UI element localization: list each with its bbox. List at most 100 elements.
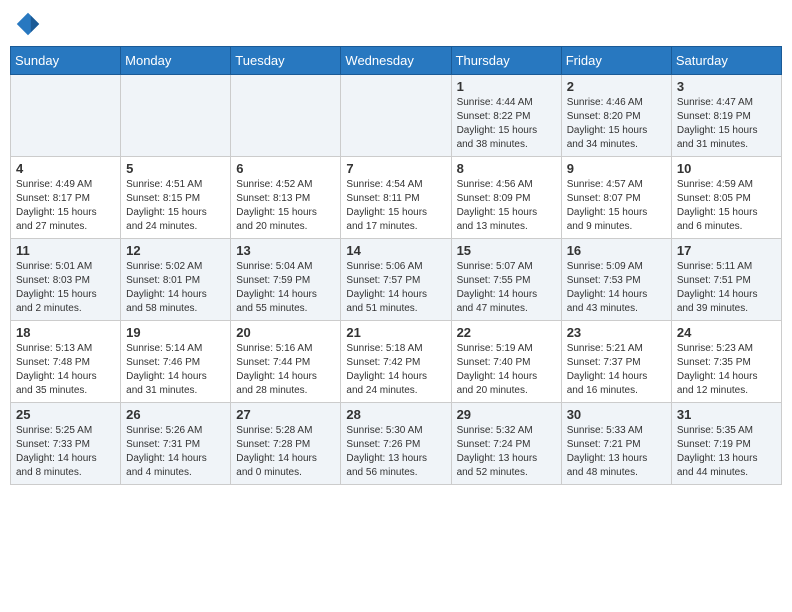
day-number: 10 <box>677 161 776 176</box>
day-number: 14 <box>346 243 445 258</box>
day-info: Sunrise: 5:33 AM Sunset: 7:21 PM Dayligh… <box>567 424 666 480</box>
day-number: 30 <box>567 407 666 422</box>
calendar-cell: 15 Sunrise: 5:07 AM Sunset: 7:55 PM Dayli… <box>451 239 561 321</box>
day-number: 6 <box>236 161 335 176</box>
logo <box>14 10 46 38</box>
day-number: 19 <box>126 325 225 340</box>
day-info: Sunrise: 5:18 AM Sunset: 7:42 PM Dayligh… <box>346 342 445 398</box>
calendar-cell: 2 Sunrise: 4:46 AM Sunset: 8:20 PM Daylig… <box>561 75 671 157</box>
day-number: 2 <box>567 79 666 94</box>
day-number: 9 <box>567 161 666 176</box>
day-info: Sunrise: 4:51 AM Sunset: 8:15 PM Dayligh… <box>126 178 225 234</box>
calendar-cell: 6 Sunrise: 4:52 AM Sunset: 8:13 PM Daylig… <box>231 157 341 239</box>
calendar-cell: 4Sunrise: 4:49 AM Sunset: 8:17 PM Daylig… <box>11 157 121 239</box>
day-number: 15 <box>457 243 556 258</box>
day-info: Sunrise: 5:09 AM Sunset: 7:53 PM Dayligh… <box>567 260 666 316</box>
day-number: 3 <box>677 79 776 94</box>
calendar-cell: 24 Sunrise: 5:23 AM Sunset: 7:35 PM Dayli… <box>671 321 781 403</box>
day-info: Sunrise: 5:30 AM Sunset: 7:26 PM Dayligh… <box>346 424 445 480</box>
day-number: 1 <box>457 79 556 94</box>
day-info: Sunrise: 5:19 AM Sunset: 7:40 PM Dayligh… <box>457 342 556 398</box>
calendar-cell: 1 Sunrise: 4:44 AM Sunset: 8:22 PM Daylig… <box>451 75 561 157</box>
column-header-wednesday: Wednesday <box>341 47 451 75</box>
calendar-header-row: SundayMondayTuesdayWednesdayThursdayFrid… <box>11 47 782 75</box>
day-info: Sunrise: 4:57 AM Sunset: 8:07 PM Dayligh… <box>567 178 666 234</box>
calendar-cell: 22 Sunrise: 5:19 AM Sunset: 7:40 PM Dayli… <box>451 321 561 403</box>
logo-icon <box>14 10 42 38</box>
day-info: Sunrise: 5:21 AM Sunset: 7:37 PM Dayligh… <box>567 342 666 398</box>
day-info: Sunrise: 5:14 AM Sunset: 7:46 PM Dayligh… <box>126 342 225 398</box>
day-number: 28 <box>346 407 445 422</box>
day-info: Sunrise: 5:01 AM Sunset: 8:03 PM Dayligh… <box>16 260 115 316</box>
day-info: Sunrise: 4:47 AM Sunset: 8:19 PM Dayligh… <box>677 96 776 152</box>
day-number: 20 <box>236 325 335 340</box>
calendar-cell: 3 Sunrise: 4:47 AM Sunset: 8:19 PM Daylig… <box>671 75 781 157</box>
column-header-friday: Friday <box>561 47 671 75</box>
calendar-week-row: 25 Sunrise: 5:25 AM Sunset: 7:33 PM Dayli… <box>11 403 782 485</box>
day-info: Sunrise: 4:46 AM Sunset: 8:20 PM Dayligh… <box>567 96 666 152</box>
page-header <box>10 10 782 38</box>
calendar-cell: 20 Sunrise: 5:16 AM Sunset: 7:44 PM Dayli… <box>231 321 341 403</box>
calendar-cell: 10Sunrise: 4:59 AM Sunset: 8:05 PM Dayli… <box>671 157 781 239</box>
day-number: 16 <box>567 243 666 258</box>
day-info: Sunrise: 5:04 AM Sunset: 7:59 PM Dayligh… <box>236 260 335 316</box>
day-info: Sunrise: 5:32 AM Sunset: 7:24 PM Dayligh… <box>457 424 556 480</box>
calendar-cell: 13 Sunrise: 5:04 AM Sunset: 7:59 PM Dayli… <box>231 239 341 321</box>
column-header-sunday: Sunday <box>11 47 121 75</box>
day-info: Sunrise: 5:28 AM Sunset: 7:28 PM Dayligh… <box>236 424 335 480</box>
day-number: 29 <box>457 407 556 422</box>
calendar-cell: 12 Sunrise: 5:02 AM Sunset: 8:01 PM Dayli… <box>121 239 231 321</box>
day-info: Sunrise: 4:56 AM Sunset: 8:09 PM Dayligh… <box>457 178 556 234</box>
day-number: 11 <box>16 243 115 258</box>
day-info: Sunrise: 5:26 AM Sunset: 7:31 PM Dayligh… <box>126 424 225 480</box>
day-number: 17 <box>677 243 776 258</box>
calendar-week-row: 11 Sunrise: 5:01 AM Sunset: 8:03 PM Dayli… <box>11 239 782 321</box>
day-info: Sunrise: 5:07 AM Sunset: 7:55 PM Dayligh… <box>457 260 556 316</box>
calendar-cell: 14Sunrise: 5:06 AM Sunset: 7:57 PM Dayli… <box>341 239 451 321</box>
calendar-cell: 7Sunrise: 4:54 AM Sunset: 8:11 PM Daylig… <box>341 157 451 239</box>
calendar-cell: 27 Sunrise: 5:28 AM Sunset: 7:28 PM Dayli… <box>231 403 341 485</box>
day-number: 25 <box>16 407 115 422</box>
day-number: 22 <box>457 325 556 340</box>
calendar-cell: 31 Sunrise: 5:35 AM Sunset: 7:19 PM Dayli… <box>671 403 781 485</box>
day-number: 4 <box>16 161 115 176</box>
calendar-cell <box>341 75 451 157</box>
day-info: Sunrise: 5:11 AM Sunset: 7:51 PM Dayligh… <box>677 260 776 316</box>
day-number: 12 <box>126 243 225 258</box>
day-number: 31 <box>677 407 776 422</box>
calendar-cell: 17 Sunrise: 5:11 AM Sunset: 7:51 PM Dayli… <box>671 239 781 321</box>
day-number: 18 <box>16 325 115 340</box>
day-number: 23 <box>567 325 666 340</box>
day-info: Sunrise: 5:23 AM Sunset: 7:35 PM Dayligh… <box>677 342 776 398</box>
calendar-cell: 9 Sunrise: 4:57 AM Sunset: 8:07 PM Daylig… <box>561 157 671 239</box>
day-info: Sunrise: 4:54 AM Sunset: 8:11 PM Dayligh… <box>346 178 445 234</box>
calendar-table: SundayMondayTuesdayWednesdayThursdayFrid… <box>10 46 782 485</box>
day-number: 26 <box>126 407 225 422</box>
calendar-cell: 26 Sunrise: 5:26 AM Sunset: 7:31 PM Dayli… <box>121 403 231 485</box>
calendar-cell: 29 Sunrise: 5:32 AM Sunset: 7:24 PM Dayli… <box>451 403 561 485</box>
calendar-cell: 19 Sunrise: 5:14 AM Sunset: 7:46 PM Dayli… <box>121 321 231 403</box>
column-header-monday: Monday <box>121 47 231 75</box>
calendar-cell <box>231 75 341 157</box>
calendar-cell: 28 Sunrise: 5:30 AM Sunset: 7:26 PM Dayli… <box>341 403 451 485</box>
calendar-cell: 8Sunrise: 4:56 AM Sunset: 8:09 PM Daylig… <box>451 157 561 239</box>
day-info: Sunrise: 4:52 AM Sunset: 8:13 PM Dayligh… <box>236 178 335 234</box>
calendar-cell: 16 Sunrise: 5:09 AM Sunset: 7:53 PM Dayli… <box>561 239 671 321</box>
calendar-cell <box>11 75 121 157</box>
calendar-week-row: 18Sunrise: 5:13 AM Sunset: 7:48 PM Dayli… <box>11 321 782 403</box>
day-number: 27 <box>236 407 335 422</box>
day-info: Sunrise: 4:44 AM Sunset: 8:22 PM Dayligh… <box>457 96 556 152</box>
day-info: Sunrise: 5:16 AM Sunset: 7:44 PM Dayligh… <box>236 342 335 398</box>
calendar-week-row: 1 Sunrise: 4:44 AM Sunset: 8:22 PM Daylig… <box>11 75 782 157</box>
calendar-cell: 21Sunrise: 5:18 AM Sunset: 7:42 PM Dayli… <box>341 321 451 403</box>
column-header-saturday: Saturday <box>671 47 781 75</box>
calendar-cell: 5Sunrise: 4:51 AM Sunset: 8:15 PM Daylig… <box>121 157 231 239</box>
column-header-tuesday: Tuesday <box>231 47 341 75</box>
calendar-cell: 18Sunrise: 5:13 AM Sunset: 7:48 PM Dayli… <box>11 321 121 403</box>
day-info: Sunrise: 5:25 AM Sunset: 7:33 PM Dayligh… <box>16 424 115 480</box>
day-number: 24 <box>677 325 776 340</box>
day-info: Sunrise: 5:02 AM Sunset: 8:01 PM Dayligh… <box>126 260 225 316</box>
calendar-cell <box>121 75 231 157</box>
day-info: Sunrise: 5:35 AM Sunset: 7:19 PM Dayligh… <box>677 424 776 480</box>
day-number: 13 <box>236 243 335 258</box>
